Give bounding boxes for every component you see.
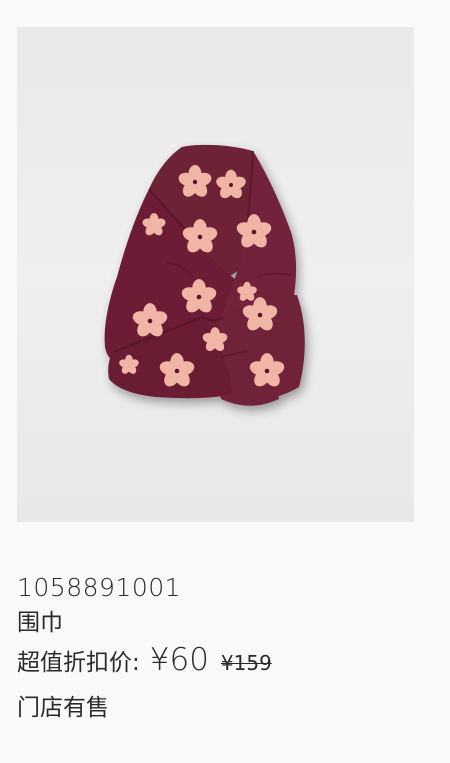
price-row: 超值折扣价: ¥60 ¥159	[17, 640, 437, 683]
product-sku: 1058891001	[17, 573, 182, 602]
price-label: 超值折扣价:	[17, 650, 140, 676]
product-info: 1058891001 围巾 超值折扣价: ¥60 ¥159 门店有售	[17, 570, 437, 725]
product-name[interactable]: 围巾	[17, 606, 437, 640]
product-card[interactable]: 1058891001 围巾 超值折扣价: ¥60 ¥159 门店有售	[0, 0, 450, 763]
price-current: ¥60	[149, 642, 209, 678]
scarf-illustration	[17, 27, 414, 522]
availability-label: 门店有售	[17, 695, 109, 721]
product-image[interactable]	[17, 27, 414, 522]
price-original: ¥159	[220, 651, 272, 675]
